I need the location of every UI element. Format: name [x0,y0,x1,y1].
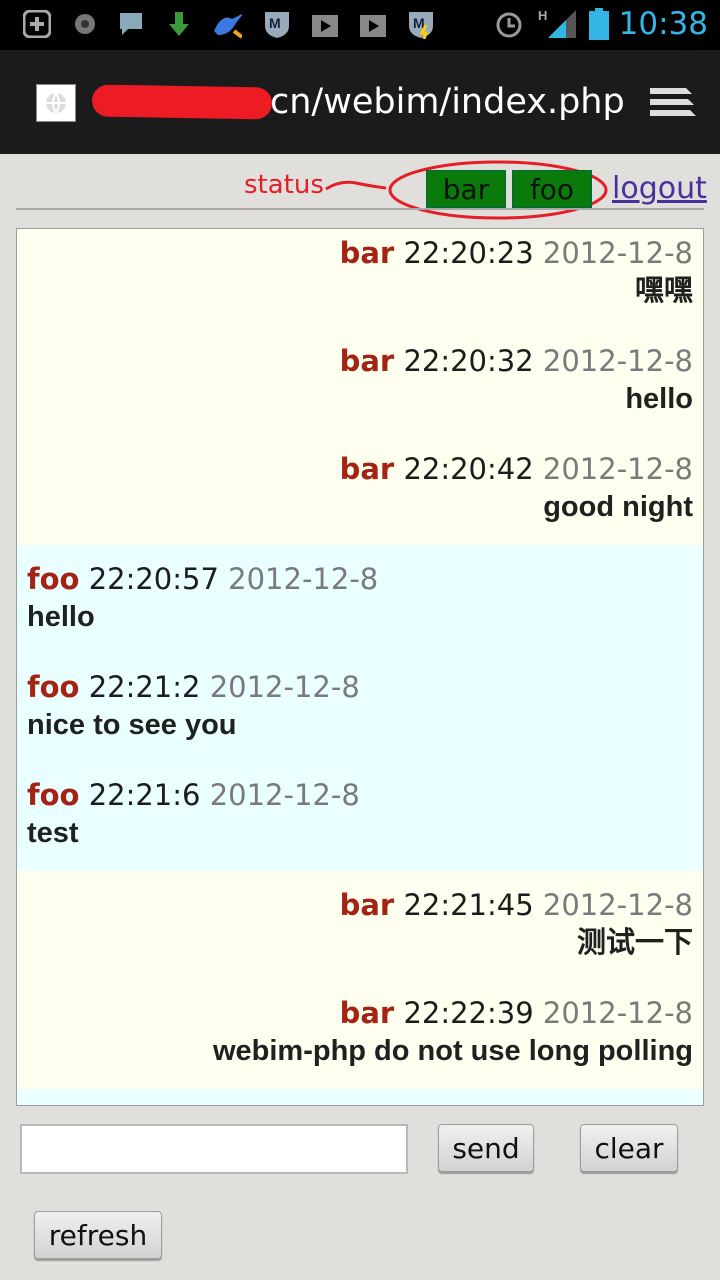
message-text: hello [27,601,95,633]
message: bar 22:20:42 2012-12-8 good night [27,449,693,525]
message: bar 22:20:32 2012-12-8 hello [27,341,693,417]
message: bar 22:21:45 2012-12-8 测试一下 [27,885,693,961]
android-status-bar: M M H 10:38 [0,0,720,50]
message-date: 2012-12-8 [542,236,693,270]
message-date: 2012-12-8 [542,452,693,486]
message-time: 22:20:32 [403,344,534,378]
clear-button[interactable]: clear [580,1124,678,1172]
circle-icon [70,9,100,39]
message-date: 2012-12-8 [209,670,360,704]
status-annotation-label: status [244,170,324,200]
svg-text:M: M [269,15,281,31]
globe-icon [36,84,76,122]
message-group-bar: bar 22:20:23 2012-12-8 嘿嘿 bar 22:20:32 2… [17,229,703,545]
message-date: 2012-12-8 [542,888,693,922]
message-group-foo [17,1089,703,1105]
url-text[interactable]: cn/webim/index.php [270,82,625,122]
message-date: 2012-12-8 [542,344,693,378]
alarm-icon [494,9,524,39]
message-time: 22:21:2 [88,670,201,704]
message-group-foo: foo 22:20:57 2012-12-8 hello foo 22:21:2… [17,545,703,871]
refresh-button[interactable]: refresh [34,1211,162,1259]
sender-name: foo [27,670,80,704]
chat-log[interactable]: bar 22:20:23 2012-12-8 嘿嘿 bar 22:20:32 2… [16,228,704,1106]
divider [16,208,704,210]
message-text: test [27,817,79,849]
shield-m-icon: M [262,9,292,39]
sender-name: bar [339,452,395,486]
signal-icon: H [538,8,578,39]
redaction-mark [91,84,273,120]
logout-link[interactable]: logout [612,171,707,206]
message-time: 22:22:39 [403,996,534,1030]
sender-name: bar [339,888,395,922]
message-date: 2012-12-8 [542,996,693,1030]
message-text: nice to see you [27,709,237,741]
message: foo 22:20:57 2012-12-8 hello [27,559,693,635]
play-store-icon [358,9,388,39]
play-store-icon [310,9,340,39]
sender-name: bar [339,996,395,1030]
svg-text:H: H [538,8,547,23]
message: bar 22:22:39 2012-12-8 webim-php do not … [27,993,693,1069]
sender-name: foo [27,562,80,596]
battery-icon [584,8,614,40]
message-time: 22:21:45 [403,888,534,922]
swordfish-icon [212,9,242,39]
chat-bubble-icon [116,9,146,39]
message: foo 22:21:6 2012-12-8 test [27,775,693,851]
user-button-bar[interactable]: bar [426,170,506,208]
message-date: 2012-12-8 [209,778,360,812]
message-text: good night [543,491,693,523]
message-time: 22:21:6 [88,778,201,812]
clock-time: 10:38 [618,6,708,42]
message-date: 2012-12-8 [228,562,379,596]
download-icon [164,9,194,39]
sender-name: bar [339,236,395,270]
user-button-foo[interactable]: foo [512,170,592,208]
message-group-bar: bar 22:21:45 2012-12-8 测试一下 bar 22:22:39… [17,871,703,1089]
message-text: hello [625,383,693,415]
message-time: 22:20:23 [403,236,534,270]
shield-m-icon: M [406,9,436,39]
sender-name: bar [339,344,395,378]
message-time: 22:20:42 [403,452,534,486]
sender-name: foo [27,778,80,812]
add-icon [22,9,52,39]
message-input[interactable] [20,1124,408,1174]
message-text: 测试一下 [576,927,693,959]
tabs-menu-icon[interactable] [648,84,696,122]
message-text: webim-php do not use long polling [212,1035,693,1067]
message: foo 22:21:2 2012-12-8 nice to see you [27,667,693,743]
message: bar 22:20:23 2012-12-8 嘿嘿 [27,233,693,309]
send-button[interactable]: send [438,1124,534,1172]
message-time: 22:20:57 [88,562,219,596]
message-text: 嘿嘿 [634,275,693,307]
